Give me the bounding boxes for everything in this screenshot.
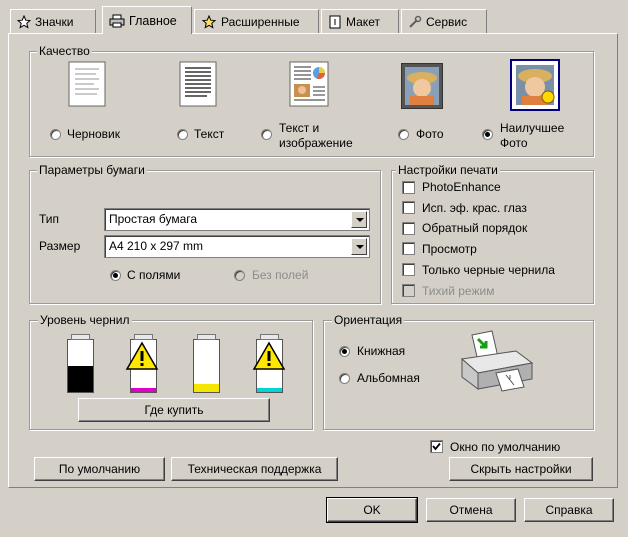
quality-photo-label: Фото [416, 127, 444, 141]
defaults-button[interactable]: По умолчанию [34, 457, 165, 481]
quality-text-image-radio[interactable] [261, 129, 272, 140]
help-button[interactable]: Справка [524, 498, 614, 522]
with-margins-radio[interactable] [110, 270, 121, 281]
borderless-radio[interactable] [234, 270, 245, 281]
with-margins-label: С полями [127, 268, 181, 282]
warning-icon [252, 341, 286, 370]
paper-size-value: A4 210 x 297 mm [109, 239, 204, 253]
ink-cartridge-black [67, 334, 94, 393]
preview-label: Просмотр [422, 242, 477, 256]
quiet-mode-checkbox[interactable] [402, 284, 415, 297]
quality-best-photo-radio[interactable] [482, 129, 493, 140]
paper-group-title: Параметры бумаги [37, 163, 147, 177]
tab-label: Значки [35, 14, 74, 29]
ok-button[interactable]: OK [326, 497, 418, 523]
print-settings-window: Значки Главное Расширенные Макет Сервис … [0, 0, 628, 537]
reverse-order-label: Обратный порядок [422, 221, 528, 235]
portrait-label: Книжная [357, 344, 406, 358]
tab-label: Макет [346, 14, 380, 29]
landscape-radio[interactable] [339, 373, 350, 384]
quality-text-image-label: Текст и изображение [279, 121, 353, 151]
text-image-document-icon [289, 61, 329, 107]
ink-fill-magenta [131, 387, 156, 392]
quality-best-photo-line2: Фото [500, 136, 528, 150]
star-icon [201, 14, 217, 29]
quality-best-photo-label: Наилучшее Фото [500, 121, 564, 151]
quality-text-image-line1: Текст и [279, 121, 320, 135]
cartridge-cap [197, 334, 216, 340]
preview-checkbox[interactable] [402, 242, 415, 255]
wrench-icon [409, 15, 422, 28]
cartridge-cap [260, 334, 279, 340]
paper-type-value: Простая бумага [109, 212, 198, 226]
default-window-checkbox[interactable] [430, 440, 443, 453]
paper-size-select[interactable]: A4 210 x 297 mm [104, 235, 370, 258]
draft-document-icon [68, 61, 106, 107]
ink-level-title: Уровень чернил [38, 313, 132, 327]
chevron-down-icon[interactable] [351, 211, 367, 228]
tab-icons[interactable]: Значки [10, 9, 96, 33]
borderless-label: Без полей [252, 268, 309, 282]
tab-label: Главное [129, 13, 177, 28]
chevron-down-icon[interactable] [351, 238, 367, 255]
paper-type-select[interactable]: Простая бумага [104, 208, 370, 231]
default-window-label: Окно по умолчанию [450, 440, 561, 454]
reverse-order-checkbox[interactable] [402, 222, 415, 235]
ink-cartridge-yellow [193, 334, 220, 393]
print-settings-title: Настройки печати [396, 163, 500, 177]
hide-settings-button[interactable]: Скрыть настройки [449, 457, 593, 481]
star-icon [17, 14, 31, 29]
quiet-mode-label: Тихий режим [422, 284, 495, 298]
quality-photo-radio[interactable] [398, 129, 409, 140]
red-eye-label: Исп. эф. крас. глаз [422, 201, 527, 215]
landscape-label: Альбомная [357, 371, 420, 385]
quality-group-title: Качество [37, 44, 92, 58]
tab-main[interactable]: Главное [102, 6, 192, 34]
tab-advanced[interactable]: Расширенные [194, 9, 319, 33]
page-layout-icon [329, 15, 341, 28]
printer-orientation-icon [460, 330, 534, 392]
cartridge-cap [71, 334, 90, 340]
photo-icon [401, 63, 443, 109]
ink-fill-cyan [257, 387, 282, 392]
cartridge-cap [134, 334, 153, 340]
quality-text-radio[interactable] [177, 129, 188, 140]
cancel-button[interactable]: Отмена [426, 498, 516, 522]
checkmark-icon [432, 442, 441, 451]
red-eye-checkbox[interactable] [402, 201, 415, 214]
tab-label: Расширенные [221, 14, 300, 29]
text-document-icon [179, 61, 217, 107]
black-ink-only-checkbox[interactable] [402, 263, 415, 276]
tab-service[interactable]: Сервис [401, 9, 487, 33]
photoenhance-checkbox[interactable] [402, 181, 415, 194]
paper-type-label: Тип [39, 212, 60, 226]
ink-fill-yellow [194, 384, 219, 392]
tab-label: Сервис [426, 14, 468, 29]
tab-divider [8, 33, 616, 34]
where-to-buy-button[interactable]: Где купить [78, 398, 270, 422]
tab-layout[interactable]: Макет [321, 9, 399, 33]
portrait-radio[interactable] [339, 346, 350, 357]
quality-best-photo-line1: Наилучшее [500, 121, 565, 135]
printer-icon [109, 14, 125, 27]
ink-fill-black [68, 366, 93, 392]
tech-support-button[interactable]: Техническая поддержка [171, 457, 338, 481]
quality-draft-label: Черновик [67, 127, 120, 141]
orientation-title: Ориентация [332, 313, 405, 327]
black-ink-only-label: Только черные чернила [422, 263, 555, 277]
paper-size-label: Размер [39, 239, 81, 253]
quality-text-image-line2: изображение [279, 136, 353, 150]
photoenhance-label: PhotoEnhance [422, 180, 501, 194]
quality-draft-radio[interactable] [50, 129, 61, 140]
warning-icon [125, 341, 159, 370]
best-photo-icon [510, 59, 560, 111]
quality-text-label: Текст [194, 127, 225, 141]
